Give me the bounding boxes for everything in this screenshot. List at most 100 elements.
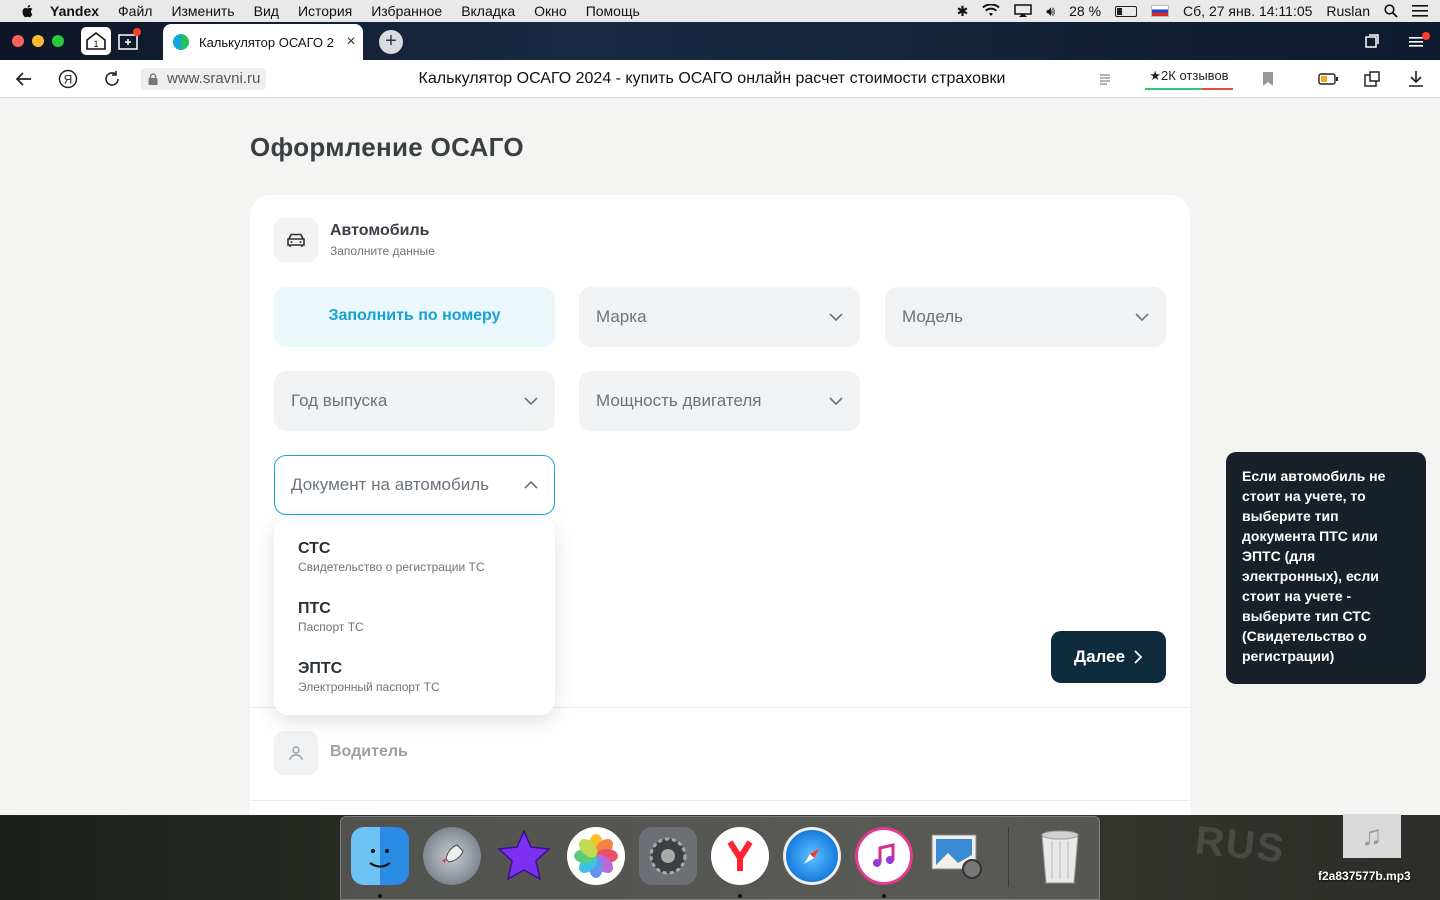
next-button-label: Далее <box>1073 647 1126 666</box>
reviews-label: ★2К отзывов <box>1149 68 1229 83</box>
window-minimize-button[interactable] <box>32 35 44 47</box>
option-subtitle: Паспорт ТС <box>298 620 364 634</box>
year-select[interactable]: Год выпуска <box>274 371 555 431</box>
reviews-rating-bar <box>1145 88 1233 90</box>
add-tab-group-button[interactable] <box>114 27 144 55</box>
new-tab-button[interactable]: + <box>379 30 403 54</box>
menu-bookmarks[interactable]: Избранное <box>371 3 442 19</box>
chevron-right-icon <box>1134 650 1143 664</box>
year-label: Год выпуска <box>291 391 388 410</box>
model-label: Модель <box>902 307 964 326</box>
tab-osago-calculator[interactable]: Калькулятор ОСАГО 2 × <box>163 24 363 60</box>
airplay-icon[interactable] <box>1014 4 1033 18</box>
tab-title: Калькулятор ОСАГО 2 <box>199 34 334 50</box>
running-indicator <box>738 894 742 898</box>
menu-window[interactable]: Окно <box>534 3 567 19</box>
next-button[interactable]: Далее <box>1051 631 1166 683</box>
menu-edit[interactable]: Изменить <box>171 3 234 19</box>
fill-by-number-label: Заполнить по номеру <box>328 307 501 324</box>
keyboard-layout-flag-icon[interactable] <box>1151 5 1170 17</box>
extensions-button[interactable] <box>1361 68 1383 90</box>
photos-icon[interactable] <box>567 827 625 885</box>
tab-close-icon[interactable]: × <box>339 33 363 51</box>
notification-center-icon[interactable] <box>1412 4 1428 18</box>
extensions-icon <box>1364 71 1380 87</box>
bluetooth-icon[interactable]: ✱ <box>957 3 969 20</box>
browser-tab-strip: 1 Калькулятор ОСАГО 2 × + <box>0 22 1440 60</box>
finder-icon[interactable] <box>351 827 409 885</box>
menubar-datetime[interactable]: Сб, 27 янв. 14:11:05 <box>1183 3 1312 19</box>
menu-history[interactable]: История <box>298 3 352 19</box>
document-dropdown: СТС Свидетельство о регистрации ТС ПТС П… <box>274 518 555 715</box>
menubar-user[interactable]: Ruslan <box>1326 3 1370 19</box>
safari-icon[interactable] <box>783 827 841 885</box>
engine-power-select[interactable]: Мощность двигателя <box>579 371 860 431</box>
option-title: ЭПТС <box>298 660 343 677</box>
battery-percent: 28 % <box>1069 3 1102 19</box>
macos-menubar: Yandex Файл Изменить Вид История Избранн… <box>0 0 1440 22</box>
running-indicator <box>378 894 382 898</box>
web-page: Оформление ОСАГО Автомобиль Заполните да… <box>0 98 1440 815</box>
brand-label: Марка <box>596 307 647 326</box>
volume-icon[interactable]: 🔊︎ <box>1046 3 1055 20</box>
battery-icon[interactable] <box>1115 5 1138 17</box>
document-hint-tooltip: Если автомобиль не стоит на учете, то вы… <box>1226 452 1426 684</box>
spotlight-search-icon[interactable] <box>1384 4 1398 18</box>
menubar-app-name[interactable]: Yandex <box>50 3 99 19</box>
car-section-icon-box <box>274 218 318 262</box>
fill-by-number-button[interactable]: Заполнить по номеру <box>274 287 555 347</box>
battery-saver-button[interactable] <box>1317 68 1339 90</box>
brand-select[interactable]: Марка <box>579 287 860 347</box>
imovie-icon[interactable] <box>495 827 553 885</box>
window-fullscreen-button[interactable] <box>52 35 64 47</box>
engine-power-label: Мощность двигателя <box>596 391 762 410</box>
car-section-title: Автомобиль <box>330 222 430 239</box>
itunes-icon[interactable] <box>855 827 913 885</box>
launchpad-icon[interactable] <box>423 827 481 885</box>
notification-dot <box>133 28 141 36</box>
music-file-icon[interactable]: ♫ <box>1343 814 1401 858</box>
running-indicator <box>882 894 886 898</box>
wallpaper-plate-text: RUS <box>1193 818 1288 872</box>
chevron-down-icon <box>829 397 843 406</box>
yandex-browser-icon[interactable] <box>711 827 769 885</box>
browser-menu-button[interactable] <box>1402 27 1432 55</box>
menu-notification-dot <box>1422 32 1430 40</box>
system-preferences-icon[interactable] <box>639 827 697 885</box>
menu-help[interactable]: Помощь <box>586 3 640 19</box>
menu-file[interactable]: Файл <box>118 3 152 19</box>
document-select[interactable]: Документ на автомобиль <box>274 455 555 515</box>
bookmark-button[interactable] <box>1257 68 1279 90</box>
macos-dock <box>340 816 1100 900</box>
site-reviews-badge[interactable]: ★2К отзывов <box>1145 68 1233 90</box>
tabs-overview-button[interactable] <box>1357 27 1387 55</box>
document-option-epts[interactable]: ЭПТС Электронный паспорт ТС <box>298 660 538 694</box>
reader-mode-button[interactable] <box>1094 68 1116 90</box>
tabs-icon <box>1365 34 1379 48</box>
model-select[interactable]: Модель <box>885 287 1166 347</box>
chevron-down-icon <box>1135 313 1149 322</box>
menu-tab[interactable]: Вкладка <box>461 3 515 19</box>
document-option-pts[interactable]: ПТС Паспорт ТС <box>298 600 538 634</box>
home-icon: 1 <box>86 31 106 50</box>
document-option-sts[interactable]: СТС Свидетельство о регистрации ТС <box>298 540 538 574</box>
dock-separator <box>1008 827 1009 887</box>
bookmark-icon <box>1263 72 1273 86</box>
downloads-button[interactable] <box>1405 68 1427 90</box>
wifi-icon[interactable] <box>982 4 1000 18</box>
apple-menu-icon[interactable] <box>20 3 36 19</box>
option-title: СТС <box>298 540 331 557</box>
address-bar: Я www.sravni.ru Калькулятор ОСАГО 2024 -… <box>0 60 1440 98</box>
option-subtitle: Электронный паспорт ТС <box>298 680 440 694</box>
osago-form-card: Автомобиль Заполните данные Заполнить по… <box>250 195 1190 815</box>
trash-icon[interactable] <box>1031 827 1089 885</box>
desktop-file-name[interactable]: f2a837577b.mp3 <box>1318 869 1411 883</box>
menu-view[interactable]: Вид <box>254 3 279 19</box>
download-icon <box>1409 71 1423 87</box>
window-close-button[interactable] <box>12 35 24 47</box>
option-title: ПТС <box>298 600 331 617</box>
home-button[interactable]: 1 <box>81 27 111 55</box>
preview-icon[interactable] <box>927 827 985 885</box>
home-badge: 1 <box>93 39 98 49</box>
driver-section-title[interactable]: Водитель <box>330 743 408 761</box>
